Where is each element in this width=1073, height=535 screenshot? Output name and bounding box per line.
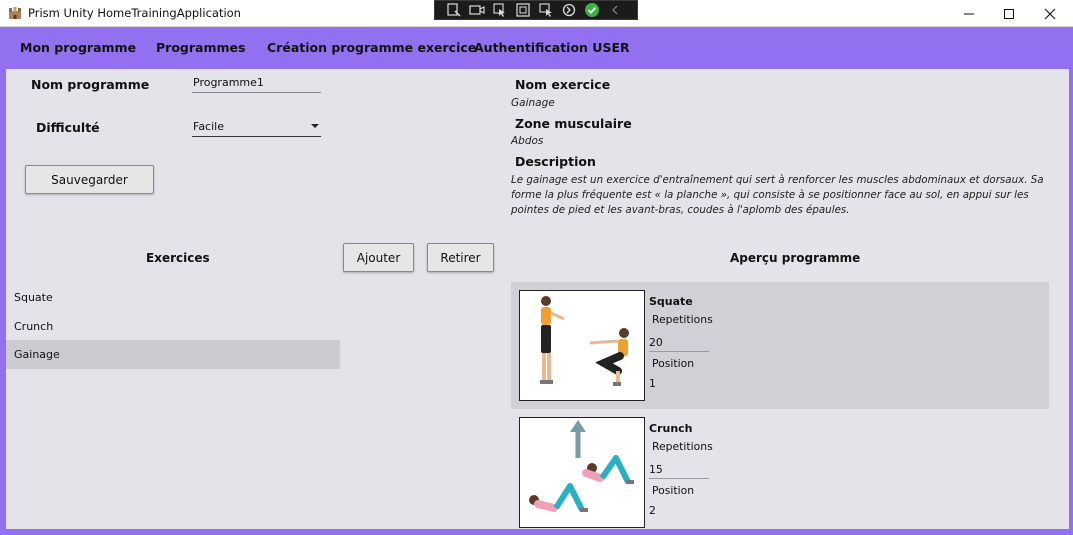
collapse-chevron-icon[interactable] bbox=[606, 3, 624, 17]
crunch-illustration bbox=[519, 417, 645, 528]
check-status-icon[interactable] bbox=[583, 3, 601, 17]
card-exercise-name: Crunch bbox=[649, 422, 693, 435]
card-repetitions-underline bbox=[649, 478, 709, 479]
card-position-value: 1 bbox=[649, 377, 656, 390]
menu-item-programmes[interactable]: Programmes bbox=[156, 40, 245, 55]
debug-toolbar bbox=[434, 0, 638, 20]
maximize-icon[interactable] bbox=[986, 0, 1032, 27]
card-repetitions-value[interactable]: 20 bbox=[649, 336, 663, 349]
track-focus-icon[interactable] bbox=[537, 3, 555, 17]
card-position-value: 2 bbox=[649, 504, 656, 517]
zone-musculaire-value: Abdos bbox=[511, 135, 544, 147]
menu-item-creation-programme[interactable]: Création programme exercice bbox=[267, 40, 476, 55]
menu-bar: Mon programme Programmes Création progra… bbox=[0, 27, 1073, 67]
nom-programme-input[interactable] bbox=[192, 76, 321, 93]
castle-icon bbox=[8, 6, 22, 20]
nom-programme-label: Nom programme bbox=[31, 77, 150, 92]
add-button[interactable]: Ajouter bbox=[343, 243, 414, 272]
window-title: Prism Unity HomeTrainingApplication bbox=[28, 6, 241, 20]
description-label: Description bbox=[515, 154, 596, 169]
hot-reload-icon[interactable] bbox=[560, 3, 578, 17]
difficulte-select[interactable]: Facile bbox=[192, 118, 321, 137]
difficulte-value: Facile bbox=[193, 120, 224, 133]
card-repetitions-label: Repetitions bbox=[652, 313, 713, 326]
content-area: Nom programme Difficulté Facile Sauvegar… bbox=[6, 69, 1069, 529]
camera-icon[interactable] bbox=[468, 3, 486, 17]
squat-illustration bbox=[519, 290, 645, 401]
card-position-label: Position bbox=[652, 484, 695, 497]
list-item[interactable]: Gainage bbox=[6, 340, 340, 369]
list-item[interactable]: Squate bbox=[6, 283, 340, 312]
nom-exercice-label: Nom exercice bbox=[515, 77, 611, 92]
menu-item-mon-programme[interactable]: Mon programme bbox=[20, 40, 136, 55]
card-exercise-name: Squate bbox=[649, 295, 693, 308]
title-bar: Prism Unity HomeTrainingApplication bbox=[0, 0, 1073, 27]
list-item[interactable]: Crunch bbox=[6, 312, 340, 341]
close-icon[interactable] bbox=[1027, 0, 1073, 27]
preview-card[interactable]: Crunch Repetitions 15 Position 2 bbox=[511, 409, 1049, 529]
save-button[interactable]: Sauvegarder bbox=[25, 165, 154, 194]
display-layout-icon[interactable] bbox=[514, 3, 532, 17]
exercices-header: Exercices bbox=[146, 251, 210, 265]
card-repetitions-label: Repetitions bbox=[652, 440, 713, 453]
preview-card[interactable]: Squate Repetitions 20 Position 1 bbox=[511, 282, 1049, 409]
live-visual-tree-icon[interactable] bbox=[445, 3, 463, 17]
description-value: Le gainage est un exercice d'entraînemen… bbox=[511, 174, 1044, 216]
menu-item-authentification[interactable]: Authentification USER bbox=[474, 40, 630, 55]
card-repetitions-value[interactable]: 15 bbox=[649, 463, 663, 476]
apercu-header: Aperçu programme bbox=[730, 251, 861, 265]
remove-button[interactable]: Retirer bbox=[427, 243, 494, 272]
difficulte-label: Difficulté bbox=[36, 120, 100, 135]
card-repetitions-underline bbox=[649, 351, 709, 352]
chevron-down-icon bbox=[311, 124, 319, 128]
select-element-icon[interactable] bbox=[491, 3, 509, 17]
card-position-label: Position bbox=[652, 357, 695, 370]
nom-exercice-value: Gainage bbox=[511, 97, 555, 109]
zone-musculaire-label: Zone musculaire bbox=[515, 116, 632, 131]
